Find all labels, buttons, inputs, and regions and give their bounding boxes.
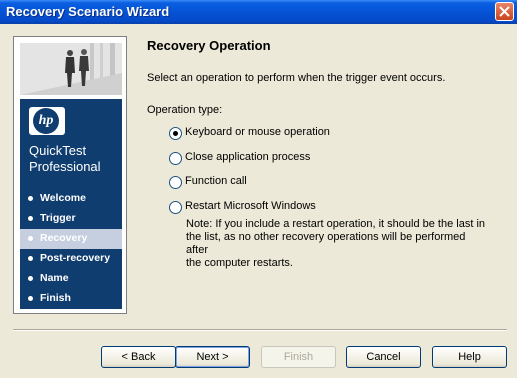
step-label: Name (40, 272, 69, 284)
radio-button[interactable] (169, 201, 182, 214)
radio-button[interactable] (169, 176, 182, 189)
bullet-icon (28, 236, 33, 241)
step-label: Recovery (40, 232, 88, 244)
page-description: Select an operation to perform when the … (147, 72, 446, 84)
bullet-icon (28, 256, 33, 261)
step-name: Name (20, 269, 122, 289)
note-line: the list, as no other recovery operation… (186, 231, 466, 256)
step-trigger: Trigger (20, 209, 122, 229)
window-title: Recovery Scenario Wizard (6, 4, 170, 19)
next-button[interactable]: Next > (175, 346, 250, 368)
close-icon (499, 6, 510, 17)
wizard-sidebar: hp QuickTest Professional Welcome Trigge… (13, 36, 127, 314)
bullet-icon (28, 296, 33, 301)
step-post-recovery: Post-recovery (20, 249, 122, 269)
radio-selected-dot (173, 131, 178, 136)
note-line: the computer restarts. (186, 257, 293, 269)
step-label: Trigger (40, 212, 76, 224)
product-name-line2: Professional (29, 159, 101, 174)
step-finish: Finish (20, 289, 122, 309)
step-label: Welcome (40, 192, 86, 204)
finish-button: Finish (261, 346, 336, 368)
option-label[interactable]: Function call (185, 175, 247, 187)
wizard-window: Recovery Scenario Wizard hp QuickTest Pr… (0, 0, 517, 378)
back-button[interactable]: < Back (101, 346, 176, 368)
step-label: Finish (40, 292, 71, 304)
operation-type-label: Operation type: (147, 104, 223, 116)
option-label[interactable]: Keyboard or mouse operation (185, 126, 330, 138)
product-panel: hp QuickTest Professional Welcome Trigge… (20, 99, 122, 309)
hp-logo: hp (29, 107, 65, 135)
banner-image (20, 43, 122, 95)
option-label[interactable]: Restart Microsoft Windows (185, 200, 316, 212)
radio-button[interactable] (169, 152, 182, 165)
product-name-line1: QuickTest (29, 143, 87, 158)
step-welcome: Welcome (20, 189, 122, 209)
cancel-button[interactable]: Cancel (346, 346, 421, 368)
step-label: Post-recovery (40, 252, 111, 264)
bullet-icon (28, 196, 33, 201)
radio-button[interactable] (169, 127, 182, 140)
footer-separator (13, 329, 507, 331)
close-button[interactable] (495, 2, 514, 21)
restart-note: Note: If you include a restart operation… (186, 218, 486, 270)
step-recovery: Recovery (20, 229, 122, 249)
bullet-icon (28, 216, 33, 221)
product-name: QuickTest Professional (29, 143, 101, 175)
note-line: Note: If you include a restart operation… (186, 218, 486, 230)
page-title: Recovery Operation (147, 38, 271, 53)
help-button[interactable]: Help (432, 346, 507, 368)
hp-logo-text: hp (33, 108, 59, 134)
option-label[interactable]: Close application process (185, 151, 310, 163)
bullet-icon (28, 276, 33, 281)
wizard-steps: Welcome Trigger Recovery Post-recovery N… (20, 189, 122, 309)
title-bar[interactable]: Recovery Scenario Wizard (0, 0, 517, 24)
business-people-image (20, 43, 122, 95)
